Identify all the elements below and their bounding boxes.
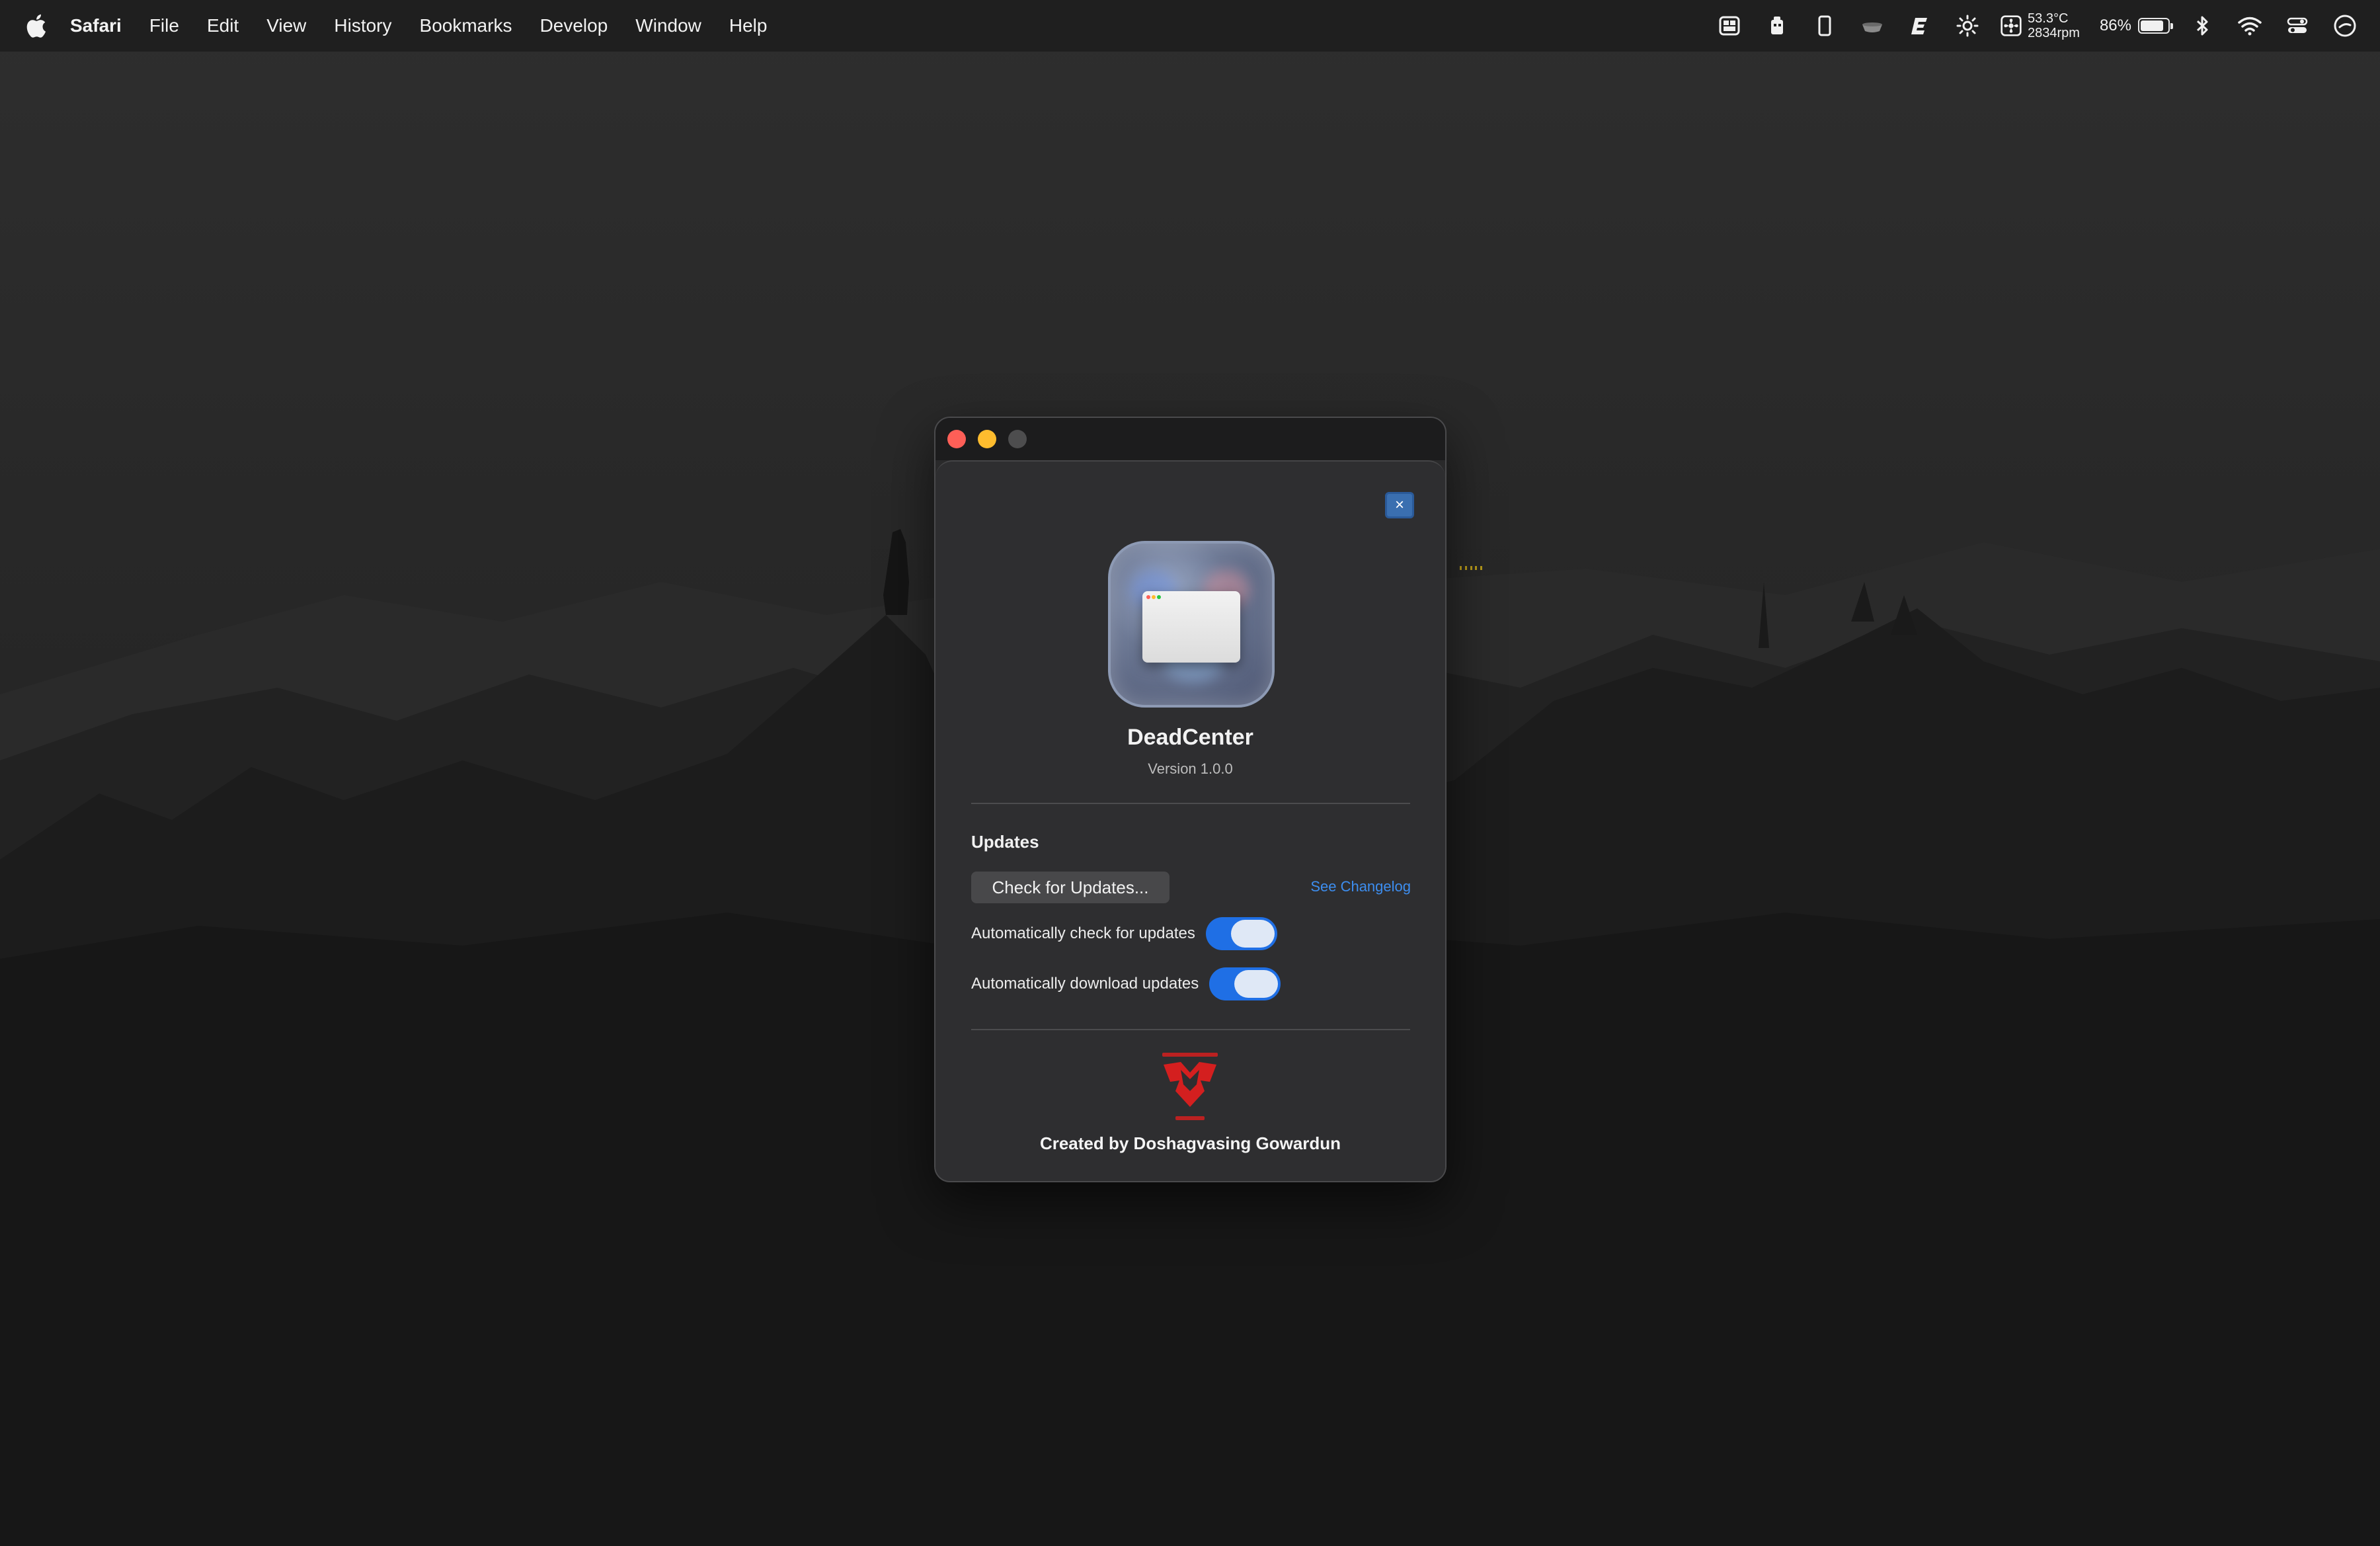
- studio-logo-icon: [1162, 1053, 1218, 1120]
- auto-check-toggle[interactable]: [1205, 917, 1277, 950]
- divider: [971, 803, 1410, 804]
- auto-check-label: Automatically check for updates: [971, 924, 1195, 942]
- check-for-updates-button[interactable]: Check for Updates...: [971, 872, 1170, 903]
- battery-fill: [2141, 20, 2164, 31]
- menu-history[interactable]: History: [334, 15, 391, 36]
- icon-dot: [1152, 595, 1156, 599]
- toggle-knob: [1230, 920, 1275, 948]
- menu-app-name[interactable]: Safari: [70, 15, 122, 36]
- phone-icon[interactable]: [1809, 11, 1840, 41]
- background-decoration: [1460, 566, 1482, 570]
- battery-status[interactable]: 86%: [2099, 17, 2173, 35]
- apple-icon[interactable]: [25, 13, 46, 38]
- see-changelog-link[interactable]: See Changelog: [1310, 878, 1411, 895]
- credit-text: Created by Doshagvasing Gowardun: [1039, 1133, 1341, 1153]
- clock-icon[interactable]: [2330, 11, 2360, 41]
- about-window: × DeadCenter Version 1.0.0 Updates Check…: [934, 417, 1447, 1182]
- system-monitor[interactable]: 53.3°C 2834rpm: [2000, 11, 2080, 40]
- e-icon[interactable]: [1905, 11, 1935, 41]
- menu-bookmarks[interactable]: Bookmarks: [420, 15, 512, 36]
- temperature-value: 53.3°C: [2028, 11, 2069, 26]
- brightness-icon[interactable]: [1952, 11, 1983, 41]
- cup-icon[interactable]: [1857, 11, 1887, 41]
- menu-develop[interactable]: Develop: [540, 15, 608, 36]
- menu-file[interactable]: File: [149, 15, 179, 36]
- wifi-icon[interactable]: [2235, 11, 2265, 41]
- auto-download-row: Automatically download updates: [971, 967, 1281, 1000]
- battery-icon: [2138, 18, 2173, 34]
- icon-window-graphic: [1142, 591, 1240, 663]
- divider: [971, 1029, 1410, 1030]
- menu-items: Safari File Edit View History Bookmarks …: [70, 15, 795, 36]
- layout-icon[interactable]: [1714, 11, 1745, 41]
- app-title: DeadCenter: [1127, 725, 1253, 750]
- window-minimize-button[interactable]: [978, 430, 996, 448]
- menu-help[interactable]: Help: [729, 15, 768, 36]
- window-titlebar[interactable]: [935, 418, 1445, 460]
- auto-download-toggle[interactable]: [1209, 967, 1281, 1000]
- bluetooth-icon[interactable]: [2187, 11, 2217, 41]
- robot-icon[interactable]: [1762, 11, 1792, 41]
- app-icon: [1108, 541, 1275, 708]
- toggle-knob: [1234, 970, 1279, 998]
- control-center-icon[interactable]: [2282, 11, 2313, 41]
- battery-nub: [2170, 23, 2173, 29]
- battery-percent: 86%: [2099, 17, 2131, 34]
- status-menu-area: 53.3°C 2834rpm 86%: [1697, 0, 2360, 52]
- fan-speed-value: 2834rpm: [2028, 26, 2080, 40]
- updates-section-title: Updates: [971, 832, 1039, 852]
- window-close-button[interactable]: [947, 430, 966, 448]
- menu-window[interactable]: Window: [635, 15, 701, 36]
- fan-icon: [2001, 15, 2022, 36]
- window-zoom-button[interactable]: [1008, 430, 1027, 448]
- temp-readout: 53.3°C 2834rpm: [2028, 11, 2080, 40]
- menu-edit[interactable]: Edit: [207, 15, 239, 36]
- panel-close-button[interactable]: ×: [1385, 492, 1414, 518]
- icon-dot: [1146, 595, 1150, 599]
- auto-check-row: Automatically check for updates: [971, 917, 1277, 950]
- app-version: Version 1.0.0: [1148, 760, 1233, 777]
- about-panel: × DeadCenter Version 1.0.0 Updates Check…: [935, 460, 1445, 1181]
- menu-bar: Safari File Edit View History Bookmarks …: [0, 0, 2380, 52]
- auto-download-label: Automatically download updates: [971, 975, 1199, 993]
- icon-dot: [1157, 595, 1161, 599]
- menu-view[interactable]: View: [266, 15, 306, 36]
